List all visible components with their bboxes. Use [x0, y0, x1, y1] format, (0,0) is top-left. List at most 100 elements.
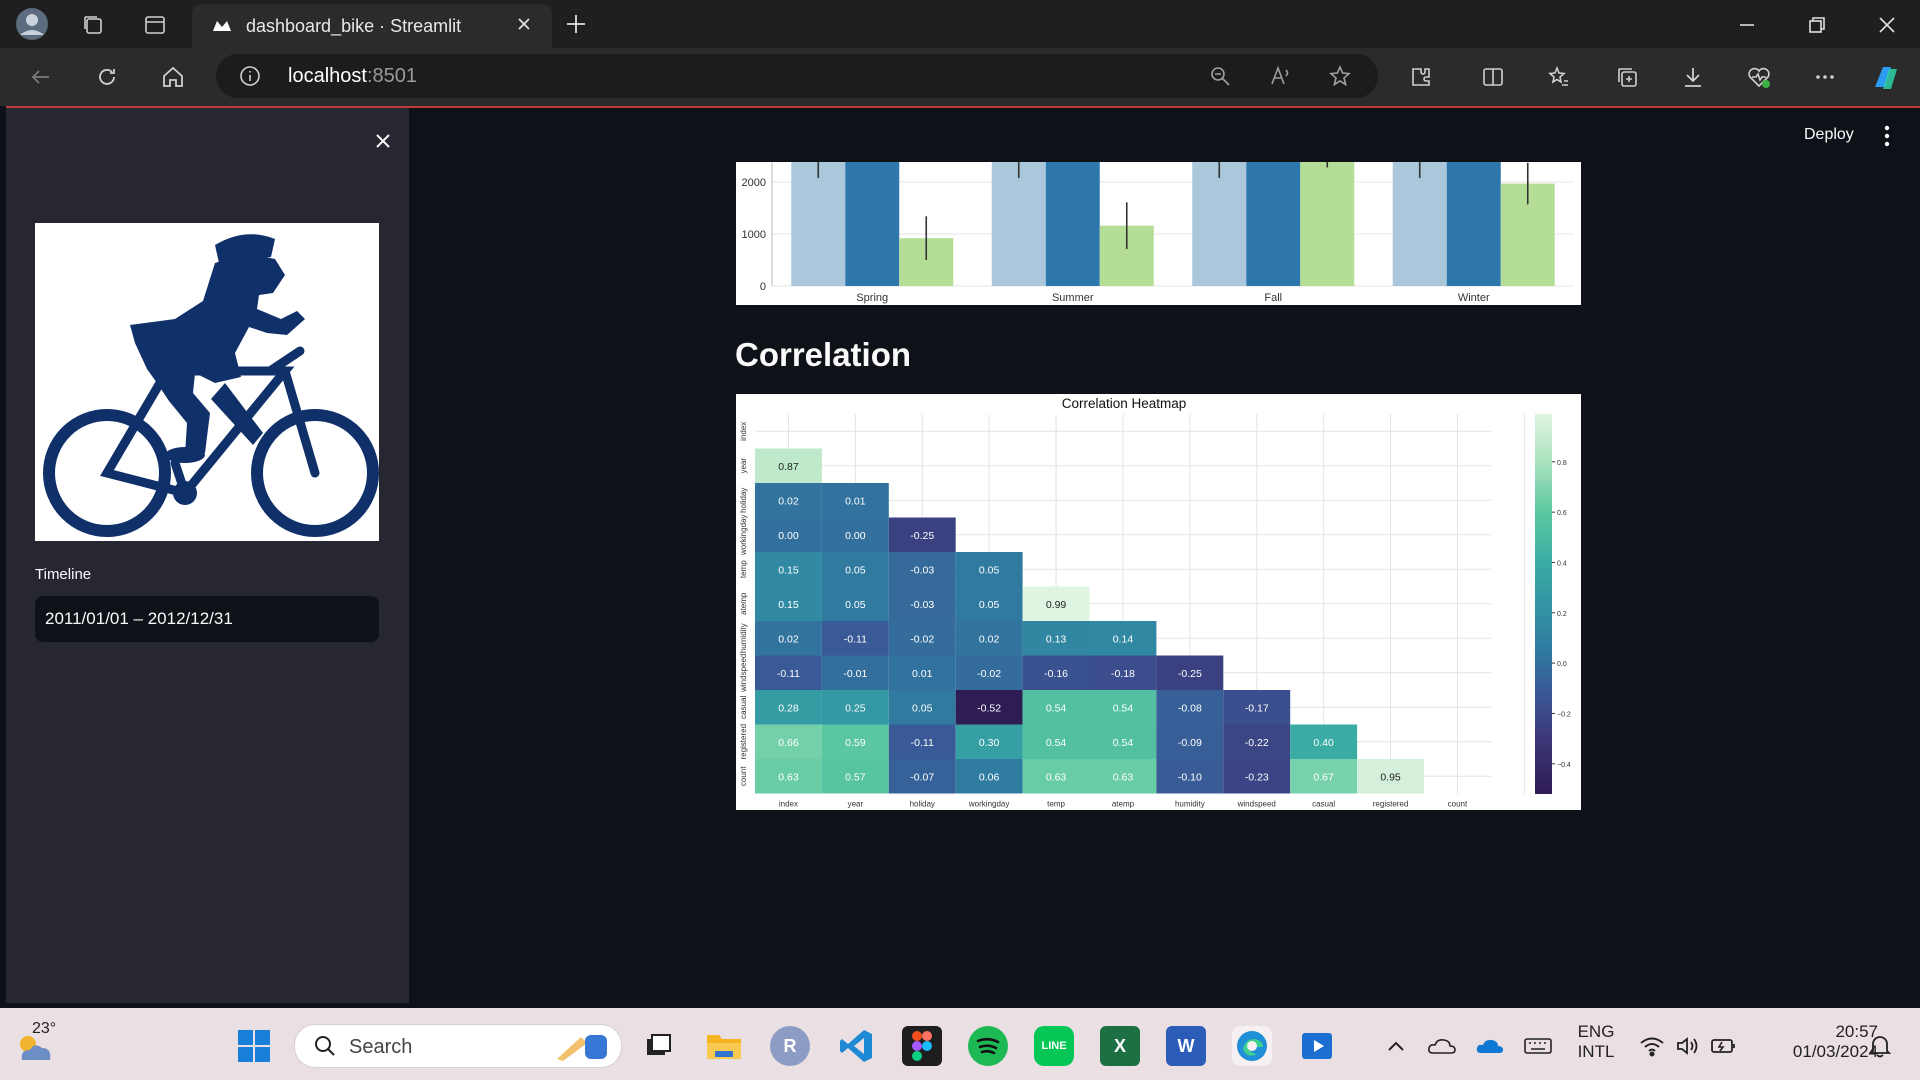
tab-close-icon[interactable]: [512, 12, 536, 36]
bar-rect: [991, 162, 1046, 286]
heatmap-cell-label: 0.57: [845, 771, 866, 783]
downloads-icon[interactable]: [1678, 62, 1708, 92]
heatmap-cell-label: 0.67: [1313, 771, 1334, 783]
heatmap-cell-label: 0.02: [778, 633, 799, 645]
main-menu-icon[interactable]: [1880, 123, 1894, 149]
clock[interactable]: 20:57 01/03/2024: [1748, 1022, 1878, 1062]
browser-essentials-icon[interactable]: [1744, 62, 1774, 92]
split-screen-icon[interactable]: [1478, 62, 1508, 92]
heatmap-cell-label: -0.22: [1245, 737, 1269, 749]
heatmap-cell-label: -0.02: [910, 633, 934, 645]
zoom-icon[interactable]: [1208, 64, 1232, 88]
heatmap-y-tick-label: workingday: [739, 515, 748, 556]
heatmap-cell-label: -0.11: [911, 737, 934, 749]
word-icon[interactable]: W: [1166, 1026, 1206, 1066]
cyclist-logo-image: [35, 223, 379, 541]
heatmap-cell-label: 0.15: [778, 599, 799, 611]
heatmap-x-tick-label: casual: [1312, 800, 1335, 809]
edge-icon[interactable]: [1232, 1026, 1272, 1066]
window-close-icon[interactable]: [1872, 10, 1902, 40]
deploy-button[interactable]: Deploy: [1804, 126, 1854, 144]
volume-icon[interactable]: [1668, 1026, 1708, 1066]
wifi-icon[interactable]: [1632, 1026, 1672, 1066]
heatmap-cell-label: -0.52: [977, 702, 1001, 714]
new-tab-icon[interactable]: [562, 10, 590, 38]
language-indicator[interactable]: ENG INTL: [1566, 1022, 1626, 1062]
home-icon[interactable]: [158, 62, 188, 92]
bar-y-tick-label: 2000: [742, 177, 766, 189]
read-aloud-icon[interactable]: [1268, 64, 1292, 88]
r-app-icon[interactable]: R: [770, 1026, 810, 1066]
file-explorer-icon[interactable]: [704, 1026, 744, 1066]
heatmap-cell-label: -0.03: [910, 599, 934, 611]
excel-icon[interactable]: X: [1100, 1026, 1140, 1066]
start-windows-icon[interactable]: [234, 1026, 274, 1066]
heatmap-cell-label: -0.11: [844, 633, 867, 645]
vscode-icon[interactable]: [836, 1026, 876, 1066]
timeline-date-input[interactable]: 2011/01/01 – 2012/12/31: [35, 596, 379, 642]
heatmap-y-tick-label: index: [739, 422, 748, 441]
favorites-icon[interactable]: [1544, 62, 1574, 92]
notification-bell-icon[interactable]: [1860, 1026, 1900, 1066]
figma-icon[interactable]: [902, 1026, 942, 1066]
tab-dashboard[interactable]: dashboard_bike · Streamlit: [192, 4, 552, 48]
back-icon[interactable]: [26, 62, 56, 92]
media-player-icon[interactable]: [1298, 1026, 1338, 1066]
onedrive-personal-icon[interactable]: [1422, 1026, 1462, 1066]
favorite-star-icon[interactable]: [1328, 64, 1352, 88]
profile-avatar[interactable]: [14, 6, 50, 42]
minimize-icon[interactable]: [1732, 10, 1762, 40]
timeline-value: 2011/01/01 – 2012/12/31: [45, 609, 233, 628]
collections-icon[interactable]: [1612, 62, 1642, 92]
copilot-icon[interactable]: [1868, 60, 1904, 96]
extensions-icon[interactable]: [1406, 62, 1436, 92]
heatmap-cell-label: 0.05: [845, 599, 866, 611]
colorbar-tick-label: 0.6: [1557, 510, 1567, 517]
streamlit-app: Timeline 2011/01/01 – 2012/12/31 Deploy …: [6, 106, 1920, 1003]
heatmap-cell-label: 0.63: [1113, 771, 1134, 783]
bar-x-tick-label: Summer: [1052, 292, 1094, 304]
weather-widget[interactable]: 23°: [12, 1020, 68, 1068]
more-menu-icon[interactable]: [1810, 62, 1840, 92]
bar-y-tick-label: 1000: [742, 229, 766, 241]
battery-icon[interactable]: [1704, 1026, 1744, 1066]
heatmap-x-tick-label: registered: [1373, 800, 1409, 809]
heatmap-cell-label: 0.30: [979, 737, 1000, 749]
bar-rect: [1446, 162, 1501, 286]
vertical-tabs-icon[interactable]: [140, 10, 170, 40]
heatmap-cell-label: -0.09: [1178, 737, 1202, 749]
taskbar-search-box[interactable]: Search: [294, 1024, 622, 1068]
sidebar-close-icon[interactable]: [368, 126, 398, 156]
heatmap-cell-label: -0.10: [1178, 771, 1202, 783]
colorbar-tick-label: −0.2: [1557, 711, 1571, 718]
line-app-icon[interactable]: LINE: [1034, 1026, 1074, 1066]
weather-temp: 23°: [32, 1020, 57, 1037]
collections-tabs-icon[interactable]: [78, 10, 108, 40]
heatmap-y-tick-label: holiday: [739, 488, 748, 513]
heatmap-cell-label: 0.63: [1046, 771, 1067, 783]
bar-rect: [791, 162, 846, 286]
spotify-icon[interactable]: [968, 1026, 1008, 1066]
heatmap-colorbar: [1535, 414, 1552, 794]
heatmap-y-tick-label: humidity: [739, 623, 748, 653]
heatmap-cell-label: 0.15: [778, 564, 799, 576]
site-info-icon[interactable]: [238, 64, 262, 88]
clock-date: 01/03/2024: [1792, 1042, 1878, 1061]
heatmap-cell-label: 0.59: [845, 737, 866, 749]
show-hidden-icons-chevron-icon[interactable]: [1376, 1026, 1416, 1066]
windows-taskbar: 23° Search R LINE X W ENG INTL 20:57 01/…: [0, 1008, 1920, 1080]
heatmap-cell-label: 0.00: [778, 530, 799, 542]
url-bar[interactable]: localhost:8501: [216, 54, 1378, 98]
heatmap-y-tick-label: year: [739, 458, 748, 474]
search-icon: [315, 1036, 335, 1056]
restore-icon[interactable]: [1802, 10, 1832, 40]
heatmap-y-tick-label: registered: [739, 724, 748, 760]
search-highlight-icon: [557, 1035, 607, 1061]
heatmap-cell-label: -0.25: [1178, 668, 1202, 680]
heatmap-x-tick-label: windspeed: [1237, 800, 1276, 809]
onedrive-icon[interactable]: [1470, 1026, 1510, 1066]
heatmap-x-tick-label: humidity: [1175, 800, 1205, 809]
task-view-icon[interactable]: [638, 1026, 678, 1066]
refresh-icon[interactable]: [92, 62, 122, 92]
keyboard-icon[interactable]: [1518, 1026, 1558, 1066]
